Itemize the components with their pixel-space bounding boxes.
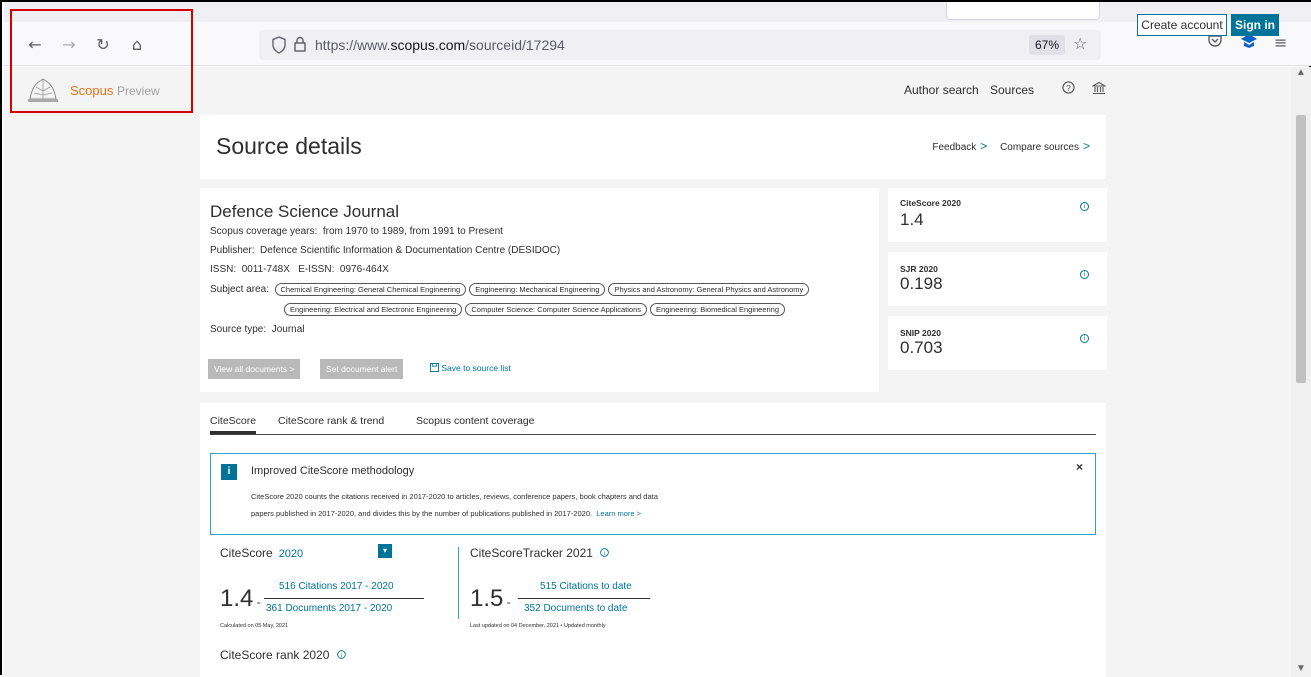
issn-row: ISSN: 0011-748X E-ISSN: 0976-464X bbox=[210, 264, 389, 275]
author-search-link[interactable]: Author search bbox=[904, 83, 979, 97]
tracker-citations-link[interactable]: 515 Citations to date bbox=[540, 581, 632, 592]
title-links: Feedback > Compare sources > bbox=[932, 139, 1090, 153]
page-scrollbar[interactable]: ▲ ▼ bbox=[1291, 67, 1311, 677]
citescore-heading: CiteScore 2020 bbox=[220, 546, 304, 560]
browser-toolbar: ← → ↻ ⌂ https://www.scopus.com/sourceid/… bbox=[4, 22, 1311, 66]
calculated-date: Calculated on 05 May, 2021 bbox=[220, 623, 289, 629]
fraction-line bbox=[264, 598, 424, 599]
scroll-thumb[interactable] bbox=[1296, 115, 1306, 383]
metric-label: SJR 2020 bbox=[900, 264, 938, 274]
citescore-metric-card: CiteScore 2020 1.4 i bbox=[888, 188, 1107, 242]
notice-title: Improved CiteScore methodology bbox=[251, 465, 415, 477]
subject-chip[interactable]: Physics and Astronomy: General Physics a… bbox=[608, 283, 810, 296]
tracker-value: 1.5 - bbox=[470, 585, 511, 612]
page-viewport: Scopus Preview Author search Sources ? S… bbox=[4, 67, 1291, 677]
tab-bar: CiteScore CiteScore rank & trend Scopus … bbox=[210, 413, 1096, 435]
subject-chip[interactable]: Engineering: Mechanical Engineering bbox=[469, 283, 606, 296]
chevron-right-icon: > bbox=[1082, 139, 1090, 153]
svg-text:i: i bbox=[604, 551, 605, 557]
help-icon[interactable]: ? bbox=[1062, 81, 1075, 98]
bookmark-star-icon[interactable]: ☆ bbox=[1073, 34, 1087, 53]
methodology-notice: i Improved CiteScore methodology CiteSco… bbox=[210, 453, 1096, 535]
notice-body: CiteScore 2020 counts the citations rece… bbox=[251, 492, 658, 518]
info-icon[interactable]: i bbox=[1080, 202, 1089, 211]
view-all-documents-button[interactable]: View all documents > bbox=[208, 359, 301, 379]
subject-chip[interactable]: Engineering: Biomedical Engineering bbox=[650, 303, 786, 316]
institution-icon[interactable] bbox=[1090, 81, 1108, 99]
journal-card: Defence Science Journal Scopus coverage … bbox=[200, 188, 879, 392]
tracker-block: CiteScoreTracker 2021 i bbox=[470, 546, 610, 560]
chevron-right-icon: > bbox=[980, 139, 988, 153]
pocket-icon[interactable] bbox=[1207, 33, 1223, 53]
metric-value: 0.198 bbox=[900, 274, 943, 293]
subject-chip[interactable]: Engineering: Electrical and Electronic E… bbox=[284, 303, 463, 316]
right-pane bbox=[1108, 67, 1291, 677]
svg-text:i: i bbox=[341, 653, 342, 659]
citescore-block: CiteScore 2020 ▾ bbox=[220, 544, 392, 560]
title-card: Source details Feedback > Compare sources… bbox=[200, 115, 1106, 179]
info-icon[interactable]: i bbox=[1080, 270, 1089, 279]
browser-window: ← → ↻ ⌂ https://www.scopus.com/sourceid/… bbox=[0, 0, 1311, 677]
highlight-box bbox=[10, 9, 193, 113]
subject-chip[interactable]: Chemical Engineering: General Chemical E… bbox=[274, 283, 467, 296]
extension-icon[interactable] bbox=[1240, 33, 1258, 53]
source-type-row: Source type: Journal bbox=[210, 324, 305, 335]
save-icon bbox=[430, 363, 439, 372]
tracker-documents-link[interactable]: 352 Documents to date bbox=[524, 603, 627, 614]
divider bbox=[458, 547, 459, 619]
tracker-updated: Last updated on 04 December, 2021 • Upda… bbox=[470, 623, 606, 629]
svg-text:?: ? bbox=[1066, 83, 1071, 93]
chevron-down-icon[interactable]: ▾ bbox=[378, 544, 392, 558]
left-pane: Scopus Preview bbox=[4, 67, 194, 677]
info-icon: i bbox=[221, 464, 237, 480]
address-bar[interactable]: https://www.scopus.com/sourceid/17294 67… bbox=[259, 30, 1101, 60]
documents-link[interactable]: 361 Documents 2017 - 2020 bbox=[266, 603, 392, 614]
publisher-row: Publisher: Defence Scientific Informatio… bbox=[210, 245, 561, 256]
info-icon[interactable]: i bbox=[600, 548, 610, 557]
year-select[interactable]: 2020 bbox=[279, 548, 303, 560]
sources-link[interactable]: Sources bbox=[990, 83, 1034, 97]
subject-row: Subject area: Chemical Engineering: Gene… bbox=[210, 283, 812, 296]
page-title: Source details bbox=[216, 133, 362, 159]
sign-in-button[interactable]: Sign in bbox=[1231, 14, 1279, 36]
subject-row-2: Engineering: Electrical and Electronic E… bbox=[284, 303, 788, 316]
info-icon[interactable]: i bbox=[336, 650, 346, 659]
tab-scopus-content-coverage[interactable]: Scopus content coverage bbox=[416, 415, 535, 427]
zoom-level[interactable]: 67% bbox=[1029, 35, 1065, 55]
journal-title: Defence Science Journal bbox=[210, 202, 400, 221]
shield-icon bbox=[272, 36, 286, 54]
fraction-line bbox=[518, 598, 650, 599]
metric-value: 0.703 bbox=[900, 338, 943, 357]
scroll-up-icon[interactable]: ▲ bbox=[1296, 67, 1306, 78]
citescore-rank-heading: CiteScore rank 2020 i bbox=[220, 648, 346, 662]
url-text: https://www.scopus.com/sourceid/17294 bbox=[315, 37, 565, 53]
close-icon[interactable]: × bbox=[1076, 460, 1083, 474]
browser-tab[interactable] bbox=[946, 2, 1100, 20]
lock-icon bbox=[294, 36, 306, 52]
compare-sources-link[interactable]: Compare sources bbox=[1000, 142, 1079, 153]
citescore-card: CiteScore CiteScore rank & trend Scopus … bbox=[200, 403, 1106, 677]
info-icon[interactable]: i bbox=[1080, 334, 1089, 343]
citations-link[interactable]: 516 Citations 2017 - 2020 bbox=[279, 581, 394, 592]
set-document-alert-button[interactable]: Set document alert bbox=[320, 359, 404, 379]
citescore-value: 1.4 - bbox=[220, 585, 261, 612]
metric-label: CiteScore 2020 bbox=[900, 198, 961, 208]
metric-label: SNIP 2020 bbox=[900, 328, 941, 338]
subject-chip[interactable]: Computer Science: Computer Science Appli… bbox=[465, 303, 648, 316]
metric-value: 1.4 bbox=[900, 210, 924, 229]
site-header: Author search Sources ? bbox=[194, 67, 1108, 113]
learn-more-link[interactable]: Learn more > bbox=[596, 509, 641, 518]
coverage-row: Scopus coverage years: from 1970 to 1989… bbox=[210, 226, 503, 237]
save-to-source-list-link[interactable]: Save to source list bbox=[430, 363, 511, 373]
feedback-link[interactable]: Feedback bbox=[932, 142, 976, 153]
tab-citescore[interactable]: CiteScore bbox=[210, 415, 257, 434]
sjr-metric-card: SJR 2020 0.198 i bbox=[888, 252, 1107, 306]
tracker-heading: CiteScoreTracker 2021 i bbox=[470, 546, 610, 560]
tab-strip bbox=[4, 2, 1311, 22]
tab-citescore-rank-trend[interactable]: CiteScore rank & trend bbox=[278, 415, 384, 427]
snip-metric-card: SNIP 2020 0.703 i bbox=[888, 316, 1107, 370]
scroll-down-icon[interactable]: ▼ bbox=[1296, 663, 1306, 674]
create-account-button[interactable]: Create account bbox=[1137, 14, 1227, 36]
